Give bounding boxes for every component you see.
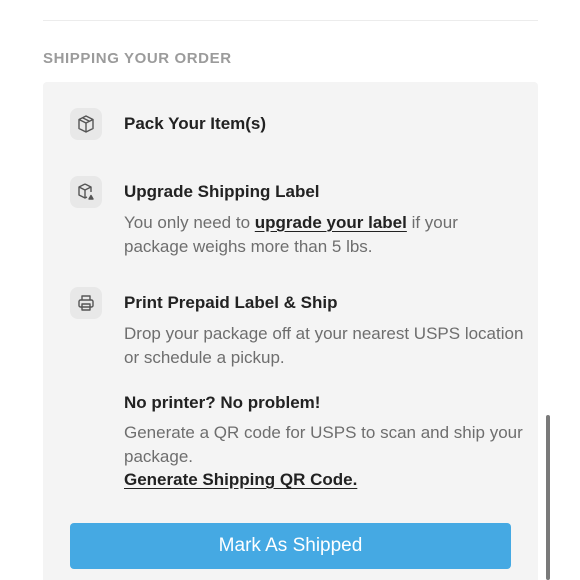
- section-title: SHIPPING YOUR ORDER: [43, 50, 232, 67]
- printer-icon: [70, 287, 102, 319]
- mark-as-shipped-button[interactable]: Mark As Shipped: [70, 523, 511, 569]
- step-title: Pack Your Item(s): [124, 114, 267, 133]
- no-printer-title: No printer? No problem!: [124, 393, 321, 412]
- step-title: Print Prepaid Label & Ship: [124, 293, 338, 312]
- step-description: You only need to upgrade your label if y…: [124, 211, 524, 259]
- step-description: Drop your package off at your nearest US…: [124, 324, 524, 367]
- box-upgrade-icon: [70, 176, 102, 208]
- generate-qr-code-link[interactable]: Generate Shipping QR Code.: [124, 470, 357, 490]
- shipping-steps-panel: Pack Your Item(s) Upgrade Shipping Label…: [43, 82, 538, 580]
- previous-card: [43, 0, 538, 21]
- upgrade-label-link[interactable]: upgrade your label: [255, 213, 407, 232]
- step-pack: Pack Your Item(s): [70, 108, 520, 148]
- step-text: You only need to: [124, 213, 255, 232]
- step-print-label: Print Prepaid Label & Ship Drop your pac…: [70, 287, 523, 377]
- box-icon: [70, 108, 102, 140]
- shipping-page: SHIPPING YOUR ORDER Pack Your Item(s) Up…: [0, 0, 580, 580]
- scrollbar[interactable]: [546, 415, 550, 580]
- step-title: Upgrade Shipping Label: [124, 182, 320, 201]
- step-upgrade-label: Upgrade Shipping Label You only need to …: [70, 176, 520, 266]
- no-printer-description: Generate a QR code for USPS to scan and …: [124, 423, 523, 466]
